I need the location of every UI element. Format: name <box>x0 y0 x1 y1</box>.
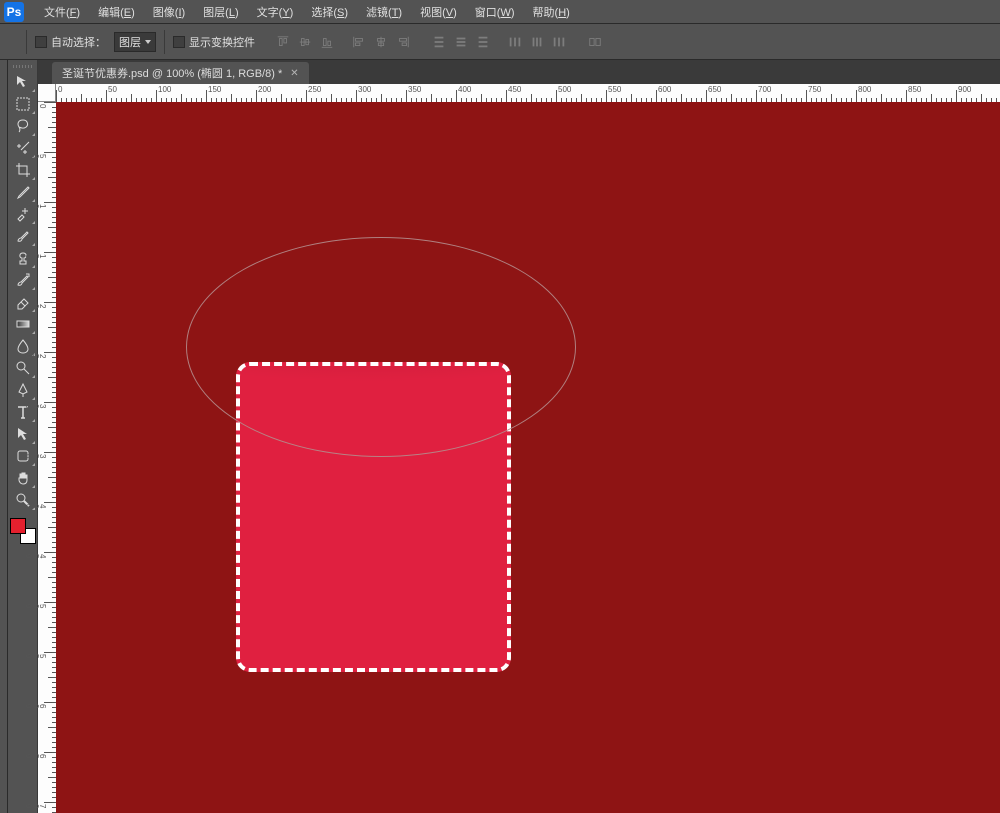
lasso-tool[interactable] <box>10 115 36 137</box>
left-dock-strip <box>0 60 8 813</box>
menu-v[interactable]: 视图(V) <box>412 2 465 22</box>
history-brush-tool[interactable] <box>10 269 36 291</box>
menu-e[interactable]: 编辑(E) <box>90 2 143 22</box>
document-area: 圣诞节优惠券.psd @ 100% (椭圆 1, RGB/8) * ✕ 0501… <box>38 60 1000 813</box>
align-right-button[interactable] <box>393 32 413 52</box>
options-bar: 自动选择： 图层 显示变换控件 <box>0 24 1000 60</box>
horizontal-ruler[interactable]: 0501001502002503003504004505005506006507… <box>56 84 1000 102</box>
marquee-tool[interactable] <box>10 93 36 115</box>
distribute-left-button[interactable] <box>505 32 525 52</box>
brush-tool[interactable] <box>10 225 36 247</box>
move-tool[interactable] <box>10 71 36 93</box>
distribute-top-button[interactable] <box>429 32 449 52</box>
hand-tool[interactable] <box>10 467 36 489</box>
tools-panel <box>8 60 38 813</box>
document-tab-bar: 圣诞节优惠券.psd @ 100% (椭圆 1, RGB/8) * ✕ <box>38 60 1000 84</box>
align-bottom-button[interactable] <box>317 32 337 52</box>
app-logo: Ps <box>4 2 24 22</box>
ellipse-shape-path[interactable] <box>186 237 576 457</box>
divider <box>164 30 165 54</box>
distribute-hcenter-button[interactable] <box>527 32 547 52</box>
menu-f[interactable]: 文件(F) <box>36 2 88 22</box>
vertical-ruler[interactable]: 0501001502002503003504004505005506006507… <box>38 102 56 813</box>
auto-select-target-dropdown[interactable]: 图层 <box>114 32 156 52</box>
crop-tool[interactable] <box>10 159 36 181</box>
panel-grip[interactable] <box>9 62 37 70</box>
align-top-button[interactable] <box>273 32 293 52</box>
pen-tool[interactable] <box>10 379 36 401</box>
show-transform-checkbox[interactable]: 显示变换控件 <box>173 34 255 50</box>
active-tool-icon <box>6 34 18 50</box>
menu-i[interactable]: 图像(I) <box>145 2 193 22</box>
path-select-tool[interactable] <box>10 423 36 445</box>
auto-select-checkbox[interactable]: 自动选择： <box>35 34 106 50</box>
align-vcenter-button[interactable] <box>295 32 315 52</box>
canvas[interactable] <box>56 102 1000 813</box>
menu-s[interactable]: 选择(S) <box>303 2 356 22</box>
menu-bar: 文件(F)编辑(E)图像(I)图层(L)文字(Y)选择(S)滤镜(T)视图(V)… <box>36 2 578 22</box>
align-left-button[interactable] <box>349 32 369 52</box>
menu-bar-container: Ps 文件(F)编辑(E)图像(I)图层(L)文字(Y)选择(S)滤镜(T)视图… <box>0 0 1000 24</box>
foreground-color-swatch[interactable] <box>10 518 26 534</box>
dodge-tool[interactable] <box>10 357 36 379</box>
menu-w[interactable]: 窗口(W) <box>467 2 523 22</box>
align-hcenter-button[interactable] <box>371 32 391 52</box>
menu-l[interactable]: 图层(L) <box>195 2 246 22</box>
align-buttons-group <box>273 32 605 52</box>
distribute-vcenter-button[interactable] <box>451 32 471 52</box>
color-swatches[interactable] <box>10 518 36 544</box>
eyedropper-tool[interactable] <box>10 181 36 203</box>
distribute-right-button[interactable] <box>549 32 569 52</box>
auto-align-button[interactable] <box>585 32 605 52</box>
menu-y[interactable]: 文字(Y) <box>249 2 302 22</box>
document-tab-title: 圣诞节优惠券.psd @ 100% (椭圆 1, RGB/8) * <box>62 65 282 81</box>
distribute-bottom-button[interactable] <box>473 32 493 52</box>
menu-h[interactable]: 帮助(H) <box>525 2 578 22</box>
ruler-origin[interactable] <box>38 84 56 102</box>
eraser-tool[interactable] <box>10 291 36 313</box>
close-icon[interactable]: ✕ <box>290 68 298 79</box>
gradient-tool[interactable] <box>10 313 36 335</box>
document-tab[interactable]: 圣诞节优惠券.psd @ 100% (椭圆 1, RGB/8) * ✕ <box>52 62 309 84</box>
menu-t[interactable]: 滤镜(T) <box>358 2 410 22</box>
divider <box>26 30 27 54</box>
